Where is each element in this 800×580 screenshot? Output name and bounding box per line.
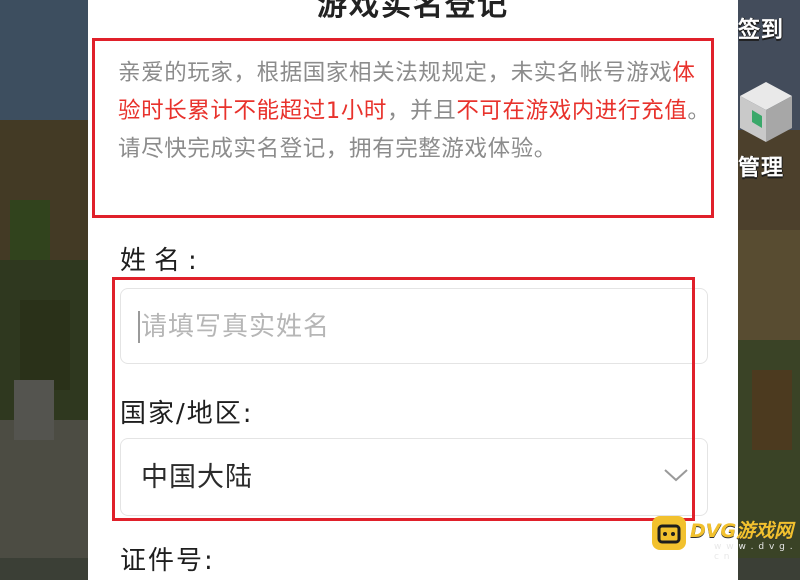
watermark-brand: DVG游戏网	[690, 520, 794, 542]
watermark-domain: w w w . d v g . c n	[714, 542, 794, 562]
annotation-box-notice	[92, 38, 714, 218]
manage-label: 管理	[738, 156, 785, 181]
name-label: 姓名:	[120, 246, 205, 276]
id-number-label: 证件号:	[120, 546, 215, 576]
watermark-logo-icon	[652, 516, 686, 550]
modal-title: 游戏实名登记	[317, 0, 509, 23]
annotation-box-form	[112, 277, 695, 521]
manage-cube-icon	[740, 82, 792, 142]
manage-button[interactable]: 管理	[738, 80, 800, 190]
sign-in-button[interactable]: 签到	[738, 14, 800, 48]
watermark: DVG游戏网 w w w . d v g . c n	[648, 514, 800, 562]
